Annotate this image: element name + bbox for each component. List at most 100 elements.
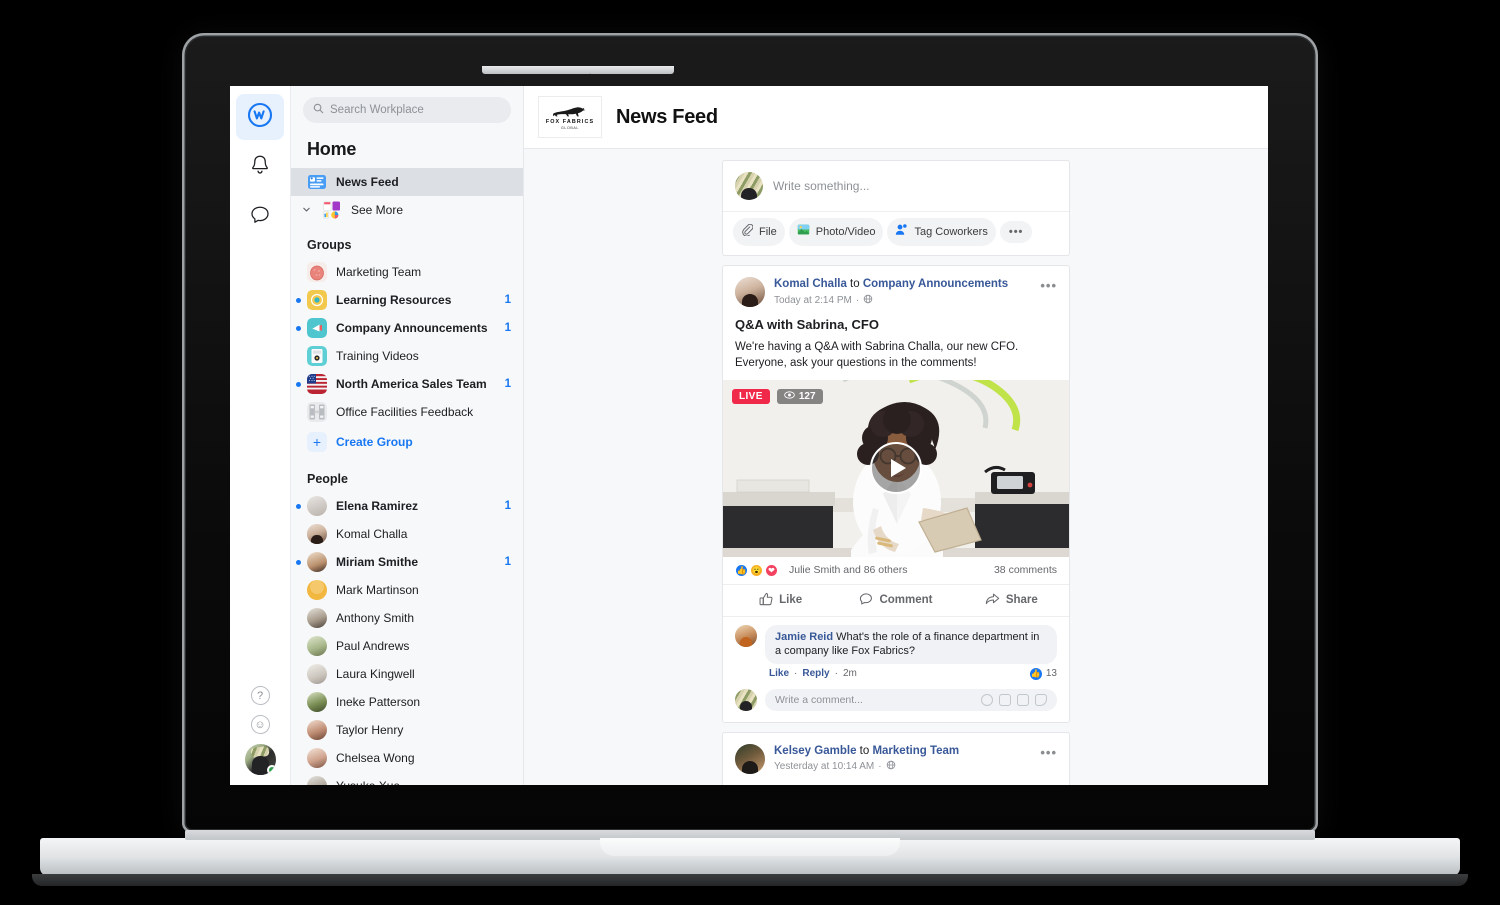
sidebar-person-ineke-patterson[interactable]: Ineke Patterson — [291, 688, 523, 716]
post-author-link[interactable]: Komal Challa — [774, 278, 847, 290]
comment-reply-link[interactable]: Reply — [802, 668, 829, 679]
unread-dot — [296, 298, 301, 303]
avatar[interactable] — [245, 744, 276, 775]
question-mark-icon[interactable]: ? — [251, 686, 270, 705]
unread-count: 1 — [505, 294, 511, 306]
sidebar-item-learning-resources[interactable]: Learning Resources 1 — [291, 286, 523, 314]
comment-input[interactable]: Write a comment... — [765, 689, 1057, 711]
rail-item-notifications[interactable] — [236, 144, 284, 190]
composer-file-button[interactable]: File — [733, 218, 785, 246]
brand-name: FOX FABRICS — [546, 119, 594, 125]
comment-like-count-badge[interactable]: 👍 13 — [1029, 667, 1057, 681]
smiley-face-icon[interactable]: ☺ — [251, 715, 270, 734]
viewer-count-badge: 127 — [777, 389, 823, 404]
composer-tag-coworkers-button[interactable]: Tag Coworkers — [887, 218, 995, 246]
sidebar-item-news-feed[interactable]: News Feed — [291, 168, 523, 196]
avatar — [307, 720, 327, 740]
camera-icon[interactable] — [999, 694, 1011, 706]
group-avatar-nasales — [307, 374, 327, 394]
sidebar-item-company-announcements[interactable]: Company Announcements 1 — [291, 314, 523, 342]
tag-person-icon — [895, 223, 908, 241]
comment-like-link[interactable]: Like — [769, 668, 789, 679]
sidebar-person-paul-andrews[interactable]: Paul Andrews — [291, 632, 523, 660]
post-body: We're having a Q&A with Sabrina Challa, … — [723, 336, 1069, 380]
comment-text-line: Jamie Reid What's the role of a finance … — [775, 630, 1047, 659]
sidebar-person-label: Ineke Patterson — [336, 695, 502, 709]
post-timestamp: Today at 2:14 PM — [774, 295, 852, 306]
post-timestamp-row: Today at 2:14 PM · — [774, 294, 1031, 307]
sidebar-person-label: Chelsea Wong — [336, 751, 502, 765]
sidebar-item-label: Marketing Team — [336, 265, 502, 279]
post-author-link[interactable]: Kelsey Gamble — [774, 745, 856, 757]
sidebar-person-laura-kingwell[interactable]: Laura Kingwell — [291, 660, 523, 688]
sidebar-person-miriam-smithe[interactable]: Miriam Smithe 1 — [291, 548, 523, 576]
comments-count[interactable]: 38 comments — [994, 564, 1057, 576]
avatar[interactable] — [735, 277, 765, 307]
avatar — [735, 689, 757, 711]
unread-count: 1 — [505, 556, 511, 568]
post-media-live-video[interactable]: LIVE 127 — [723, 380, 1069, 557]
bell-icon — [248, 153, 272, 182]
sidebar-person-chelsea-wong[interactable]: Chelsea Wong — [291, 744, 523, 772]
post-to-word: to — [856, 745, 872, 757]
feed-area[interactable]: Write something... File — [524, 149, 1268, 785]
search-input[interactable]: Search Workplace — [303, 97, 511, 123]
avatar — [307, 692, 327, 712]
sidebar-item-label: North America Sales Team — [336, 377, 496, 391]
post-more-button[interactable]: ••• — [1040, 744, 1057, 759]
post-target-link[interactable]: Company Announcements — [863, 278, 1008, 290]
sticker-icon[interactable] — [1035, 694, 1047, 706]
post-more-button[interactable]: ••• — [1040, 277, 1057, 292]
laptop-screen: ? ☺ Search Workplace — [230, 86, 1268, 785]
comment-author[interactable]: Jamie Reid — [775, 631, 833, 643]
play-button-icon[interactable] — [870, 442, 922, 494]
group-avatar-facilities — [307, 402, 327, 422]
avatar — [307, 776, 327, 785]
composer-top[interactable]: Write something... — [723, 161, 1069, 211]
reaction-wow-icon: 😮 — [750, 564, 763, 577]
sidebar-item-marketing-team[interactable]: Marketing Team — [291, 258, 523, 286]
create-group-label: Create Group — [336, 435, 413, 449]
sidebar-person-komal-challa[interactable]: Komal Challa — [291, 520, 523, 548]
reaction-names[interactable]: Julie Smith and 86 others — [789, 564, 988, 576]
avatar[interactable] — [735, 625, 757, 647]
sidebar-person-label: Miriam Smithe — [336, 555, 496, 569]
gif-icon[interactable] — [1017, 694, 1029, 706]
composer-more-button[interactable]: ••• — [1000, 221, 1033, 243]
emoji-icon[interactable] — [981, 694, 993, 706]
share-button[interactable]: Share — [954, 585, 1069, 616]
post-title: Combining our "Happy Now" and "Winning B… — [723, 778, 1069, 785]
post-action-row: Like Comment — [723, 585, 1069, 617]
unread-count: 1 — [505, 378, 511, 390]
like-button[interactable]: Like — [723, 585, 838, 616]
comment-bubble-icon — [859, 592, 873, 609]
post-to-word: to — [847, 278, 863, 290]
sidebar-scroll[interactable]: Home News Feed — [291, 129, 523, 785]
rail-item-chat[interactable] — [236, 194, 284, 240]
comment-button[interactable]: Comment — [838, 585, 953, 616]
sidebar-item-north-america-sales-team[interactable]: North America Sales Team 1 — [291, 370, 523, 398]
sidebar-item-training-videos[interactable]: Training Videos — [291, 342, 523, 370]
avatar[interactable] — [735, 744, 765, 774]
sidebar-person-mark-martinson[interactable]: Mark Martinson — [291, 576, 523, 604]
unread-dot — [296, 382, 301, 387]
sidebar-item-see-more[interactable]: See More — [291, 196, 523, 224]
create-group-button[interactable]: + Create Group — [291, 426, 523, 458]
sidebar-person-yusuke-xue[interactable]: Yusuke Xue — [291, 772, 523, 785]
sidebar-item-office-facilities-feedback[interactable]: Office Facilities Feedback — [291, 398, 523, 426]
sidebar-item-label: See More — [351, 203, 511, 217]
reaction-like-icon: 👍 — [1029, 667, 1043, 681]
post-target-link[interactable]: Marketing Team — [872, 745, 959, 757]
sidebar-person-elena-ramirez[interactable]: Elena Ramirez 1 — [291, 492, 523, 520]
sidebar-item-label: Learning Resources — [336, 293, 496, 307]
unread-dot — [296, 504, 301, 509]
sidebar-person-anthony-smith[interactable]: Anthony Smith — [291, 604, 523, 632]
lid-hinge-notch-left — [482, 66, 592, 74]
fox-fabrics-logo: FOX FABRICS GLOBAL — [538, 96, 602, 138]
composer-action-label: File — [759, 226, 777, 238]
sidebar-person-taylor-henry[interactable]: Taylor Henry — [291, 716, 523, 744]
group-avatar-announcements — [307, 318, 327, 338]
rail-item-home[interactable] — [236, 94, 284, 140]
sidebar-item-label: Company Announcements — [336, 321, 496, 335]
composer-photo-video-button[interactable]: Photo/Video — [789, 218, 884, 246]
